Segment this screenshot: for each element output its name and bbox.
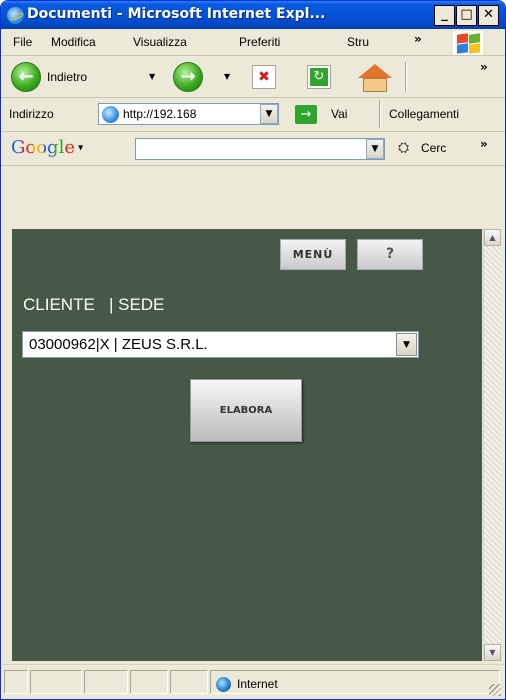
page-content: MENÙ ? CLIENTE | SEDE 03000962|X | ZEUS … (12, 229, 482, 661)
home-button[interactable] (356, 62, 394, 94)
arrow-right-icon: → (180, 66, 196, 87)
help-button[interactable]: ? (357, 239, 423, 270)
browser-window: Documenti - Microsoft Internet Expl... _… (0, 0, 506, 700)
google-search-dropdown-button[interactable]: ▼ (366, 139, 384, 159)
internet-zone-icon (216, 677, 231, 692)
google-search-button[interactable]: Cerc (421, 141, 446, 155)
resize-grip[interactable] (489, 684, 501, 696)
toolbar-separator (405, 62, 407, 92)
menu-item-visualizza[interactable]: Visualizza (133, 35, 187, 49)
navigation-toolbar: ← Indietro ▼ → ▼ ✖ ↻ » (1, 57, 505, 98)
scroll-down-button[interactable]: ▼ (484, 644, 501, 661)
refresh-button[interactable]: ↻ (307, 65, 331, 89)
windows-logo-icon (453, 31, 483, 55)
menu-item-strumenti[interactable]: Stru (347, 35, 369, 49)
cliente-sede-selected-value[interactable]: 03000962|X | ZEUS S.R.L. (29, 336, 208, 353)
status-pane (170, 670, 208, 694)
window-title: Documenti - Microsoft Internet Expl... (27, 6, 326, 22)
address-bar: Indirizzo http://192.168 ▼ → Vai Collega… (1, 98, 505, 132)
menu-item-preferiti[interactable]: Preferiti (239, 35, 280, 49)
menu-overflow-chevron[interactable]: » (414, 32, 422, 46)
select-dropdown-icon[interactable]: ▼ (396, 333, 417, 356)
vertical-scrollbar[interactable]: ▲ ▼ (483, 229, 501, 661)
close-button[interactable]: ✕ (478, 5, 499, 26)
google-toolbar-overflow-chevron[interactable]: » (480, 137, 488, 151)
address-label: Indirizzo (9, 107, 54, 121)
menu-item-modifica[interactable]: Modifica (51, 35, 96, 49)
elabora-button[interactable]: ELABORA (190, 379, 302, 442)
minimize-button[interactable]: _ (434, 5, 455, 26)
home-icon (358, 64, 392, 78)
address-url[interactable]: http://192.168 (123, 107, 255, 121)
back-label[interactable]: Indietro (47, 70, 87, 84)
menu-item-file[interactable]: File (13, 35, 32, 49)
toolbar-separator (379, 100, 381, 128)
toolbar-overflow-chevron[interactable]: » (480, 60, 488, 74)
menu-button[interactable]: MENÙ (280, 239, 346, 270)
cliente-sede-label: CLIENTE | SEDE (23, 295, 165, 314)
maximize-button[interactable]: □ (456, 5, 477, 26)
go-arrow-icon[interactable]: → (295, 105, 317, 124)
status-pane (30, 670, 82, 694)
scroll-up-button[interactable]: ▲ (484, 229, 501, 246)
stop-icon: ✖ (258, 69, 270, 85)
binoculars-icon[interactable]: ⛭ (398, 140, 409, 156)
status-bar: Internet (1, 664, 505, 699)
arrow-left-icon: ← (18, 66, 34, 87)
internet-zone-label: Internet (237, 677, 278, 691)
status-pane (130, 670, 168, 694)
cliente-sede-select[interactable]: 03000962|X | ZEUS S.R.L. ▼ (22, 331, 419, 358)
status-pane (4, 670, 28, 694)
google-logo[interactable]: Google ▾ (11, 137, 83, 158)
title-bar: Documenti - Microsoft Internet Expl... _… (1, 1, 505, 29)
go-button[interactable]: Vai (331, 107, 347, 121)
back-button[interactable]: ← (11, 62, 41, 92)
stop-button[interactable]: ✖ (252, 65, 276, 89)
status-pane (84, 670, 128, 694)
menu-bar: File Modifica Visualizza Preferiti Stru … (1, 29, 505, 56)
google-search-input[interactable]: ▼ (135, 138, 385, 160)
forward-button[interactable]: → (173, 62, 203, 92)
address-input[interactable]: http://192.168 ▼ (98, 103, 279, 125)
internet-explorer-icon (7, 7, 24, 24)
page-icon (102, 106, 119, 123)
back-dropdown-icon[interactable]: ▼ (149, 72, 155, 81)
links-button[interactable]: Collegamenti (389, 107, 459, 121)
google-toolbar: Google ▾ ▼ ⛭ Cerc » (1, 132, 505, 166)
forward-dropdown-icon[interactable]: ▼ (224, 72, 230, 81)
address-dropdown-button[interactable]: ▼ (260, 104, 278, 124)
google-logo-text: Google (11, 137, 75, 158)
refresh-icon: ↻ (310, 68, 328, 86)
